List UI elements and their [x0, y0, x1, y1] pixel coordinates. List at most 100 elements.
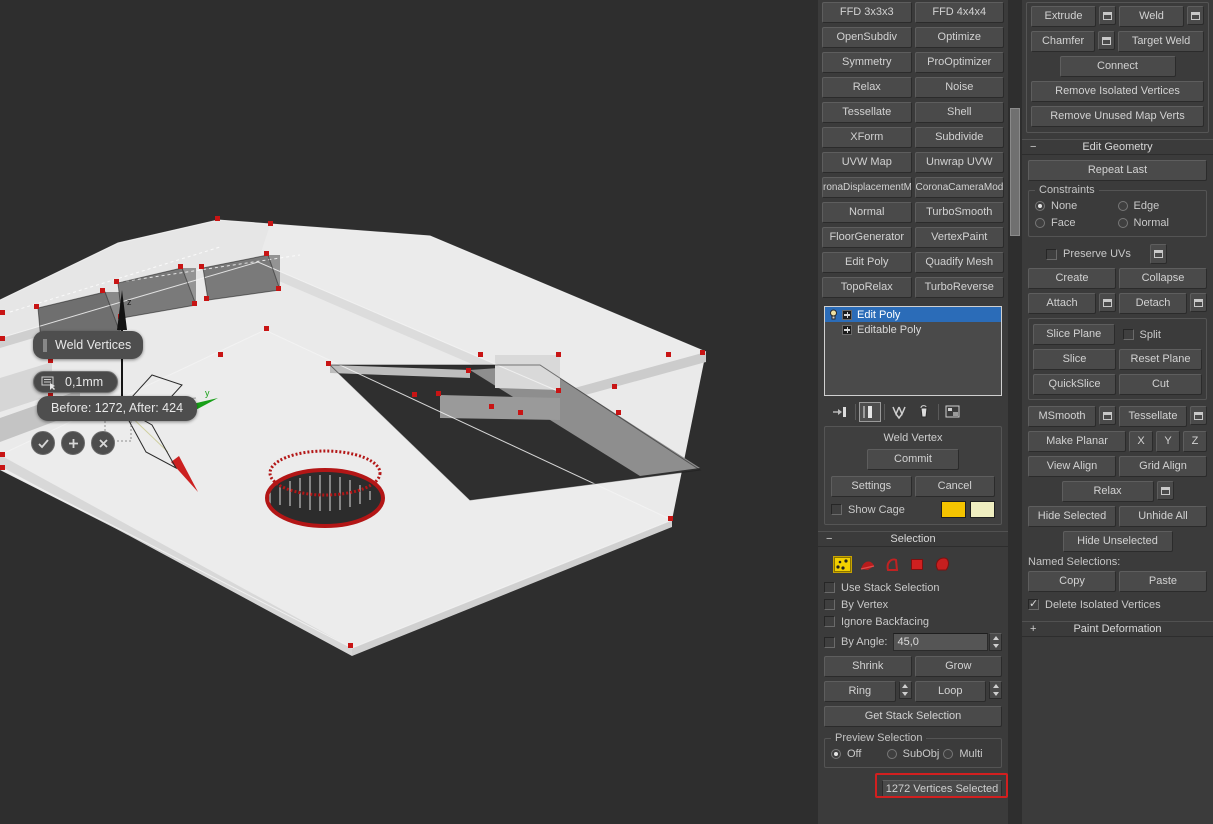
- hide-selected-button[interactable]: Hide Selected: [1028, 506, 1116, 527]
- unhide-all-button[interactable]: Unhide All: [1119, 506, 1207, 527]
- caddy-weld-threshold-field[interactable]: 0,1mm: [33, 371, 119, 393]
- attach-button[interactable]: Attach: [1028, 293, 1096, 314]
- loop-button[interactable]: Loop: [914, 681, 986, 702]
- relax-button[interactable]: Relax: [1061, 481, 1154, 502]
- modifier-coronacameramod-button[interactable]: CoronaCameraMod: [914, 177, 1004, 198]
- ring-button[interactable]: Ring: [824, 681, 896, 702]
- edge-subobject-icon[interactable]: [859, 557, 876, 572]
- constraint-none-radio[interactable]: None: [1035, 197, 1118, 214]
- weld-settings-button[interactable]: [1187, 6, 1204, 25]
- remove-isolated-vertices-button[interactable]: Remove Isolated Vertices: [1031, 81, 1204, 102]
- by-angle-spinner[interactable]: [893, 633, 1002, 651]
- remove-modifier-icon[interactable]: [913, 402, 935, 422]
- modifier-shell-button[interactable]: Shell: [914, 102, 1004, 123]
- cut-button[interactable]: Cut: [1119, 374, 1202, 395]
- split-checkbox[interactable]: Split: [1122, 326, 1203, 343]
- make-planar-z-button[interactable]: Z: [1183, 431, 1207, 452]
- stack-expand-icon[interactable]: [842, 309, 852, 320]
- modifier-prooptimizer-button[interactable]: ProOptimizer: [914, 52, 1004, 73]
- make-planar-y-button[interactable]: Y: [1156, 431, 1180, 452]
- modifier-opensubdiv-button[interactable]: OpenSubdiv: [822, 27, 912, 48]
- reset-plane-button[interactable]: Reset Plane: [1119, 349, 1202, 370]
- create-button[interactable]: Create: [1028, 268, 1116, 289]
- commit-button[interactable]: Commit: [867, 449, 959, 470]
- repeat-last-button[interactable]: Repeat Last: [1028, 160, 1207, 181]
- slice-button[interactable]: Slice: [1033, 349, 1116, 370]
- quickslice-button[interactable]: QuickSlice: [1033, 374, 1116, 395]
- paste-button[interactable]: Paste: [1119, 571, 1207, 592]
- caddy-apply-button[interactable]: [61, 431, 85, 455]
- stack-expand-icon[interactable]: [842, 324, 852, 335]
- make-planar-button[interactable]: Make Planar: [1028, 431, 1126, 452]
- by-angle-checkbox[interactable]: By Angle:: [824, 634, 887, 651]
- copy-button[interactable]: Copy: [1028, 571, 1116, 592]
- loop-spinner[interactable]: [989, 681, 1002, 699]
- chamfer-settings-button[interactable]: [1098, 31, 1116, 50]
- weld-button[interactable]: Weld: [1119, 6, 1184, 27]
- detach-button[interactable]: Detach: [1119, 293, 1187, 314]
- paint-deformation-header[interactable]: + Paint Deformation: [1022, 621, 1213, 637]
- use-stack-selection-checkbox[interactable]: Use Stack Selection: [824, 579, 1002, 596]
- connect-button[interactable]: Connect: [1059, 56, 1176, 77]
- by-angle-arrows[interactable]: [989, 633, 1002, 651]
- chamfer-button[interactable]: Chamfer: [1031, 31, 1096, 52]
- tessellate-settings-button[interactable]: [1190, 406, 1207, 425]
- make-unique-icon[interactable]: [888, 402, 910, 422]
- shrink-button[interactable]: Shrink: [824, 656, 912, 677]
- pin-stack-icon[interactable]: [830, 402, 852, 422]
- light-bulb-icon[interactable]: [828, 309, 839, 320]
- loop-arrows[interactable]: [989, 681, 1002, 699]
- msmooth-settings-button[interactable]: [1099, 406, 1116, 425]
- modifier-optimize-button[interactable]: Optimize: [914, 27, 1004, 48]
- constraint-face-radio[interactable]: Face: [1035, 214, 1118, 231]
- selection-rollout-header[interactable]: − Selection: [818, 531, 1008, 547]
- relax-settings-button[interactable]: [1156, 481, 1174, 500]
- stack-item-editable-poly[interactable]: Editable Poly: [825, 322, 1001, 337]
- modifier-quadifymesh-button[interactable]: Quadify Mesh: [914, 252, 1004, 273]
- caddy-ok-button[interactable]: [31, 431, 55, 455]
- extrude-settings-button[interactable]: [1099, 6, 1116, 25]
- hide-unselected-button[interactable]: Hide Unselected: [1062, 531, 1173, 552]
- msmooth-button[interactable]: MSmooth: [1028, 406, 1096, 427]
- modifier-editpoly-button[interactable]: Edit Poly: [822, 252, 912, 273]
- caddy-cancel-button[interactable]: [91, 431, 115, 455]
- remove-unused-map-verts-button[interactable]: Remove Unused Map Verts: [1031, 106, 1204, 127]
- preview-subobj-radio[interactable]: SubObj: [886, 745, 939, 762]
- modifier-noise-button[interactable]: Noise: [914, 77, 1004, 98]
- settings-button[interactable]: Settings: [831, 476, 912, 497]
- ignore-backfacing-checkbox[interactable]: Ignore Backfacing: [824, 613, 1002, 630]
- modifier-tessellate-button[interactable]: Tessellate: [822, 102, 912, 123]
- modifier-stack-list[interactable]: Edit Poly Editable Poly: [824, 306, 1002, 396]
- by-vertex-checkbox[interactable]: By Vertex: [824, 596, 1002, 613]
- modifier-xform-button[interactable]: XForm: [822, 127, 912, 148]
- modifier-toporelax-button[interactable]: TopoRelax: [822, 277, 912, 298]
- constraint-edge-radio[interactable]: Edge: [1117, 197, 1201, 214]
- stack-item-edit-poly[interactable]: Edit Poly: [825, 307, 1001, 322]
- modifier-relax-button[interactable]: Relax: [822, 77, 912, 98]
- modifier-subdivide-button[interactable]: Subdivide: [914, 127, 1004, 148]
- collapse-button[interactable]: Collapse: [1119, 268, 1207, 289]
- extrude-button[interactable]: Extrude: [1031, 6, 1096, 27]
- modifier-ffd3x3x3-button[interactable]: FFD 3x3x3: [822, 2, 912, 23]
- cage-color-swatch-1[interactable]: [941, 501, 966, 518]
- modifier-ffd4x4x4-button[interactable]: FFD 4x4x4: [914, 2, 1004, 23]
- preserve-uvs-checkbox[interactable]: Preserve UVs: [1046, 246, 1131, 263]
- cancel-button[interactable]: Cancel: [914, 476, 995, 497]
- ring-spinner[interactable]: [898, 681, 912, 699]
- show-end-result-icon[interactable]: [859, 402, 881, 422]
- border-subobject-icon[interactable]: [884, 557, 901, 572]
- modifier-turbosmooth-button[interactable]: TurboSmooth: [914, 202, 1004, 223]
- right-scroll-thumb[interactable]: [1010, 108, 1020, 236]
- preview-off-radio[interactable]: Off: [831, 745, 883, 762]
- target-weld-button[interactable]: Target Weld: [1118, 31, 1204, 52]
- modifier-vertexpaint-button[interactable]: VertexPaint: [914, 227, 1004, 248]
- tessellate-button[interactable]: Tessellate: [1119, 406, 1187, 427]
- modifier-turboreverse-button[interactable]: TurboReverse: [914, 277, 1004, 298]
- view-align-button[interactable]: View Align: [1028, 456, 1116, 477]
- edit-geometry-header[interactable]: − Edit Geometry: [1022, 139, 1213, 155]
- preview-multi-radio[interactable]: Multi: [943, 745, 995, 762]
- modifier-symmetry-button[interactable]: Symmetry: [822, 52, 912, 73]
- right-column-scrollbar[interactable]: [1008, 0, 1022, 824]
- element-subobject-icon[interactable]: [934, 556, 951, 572]
- polygon-subobject-icon[interactable]: [909, 557, 926, 572]
